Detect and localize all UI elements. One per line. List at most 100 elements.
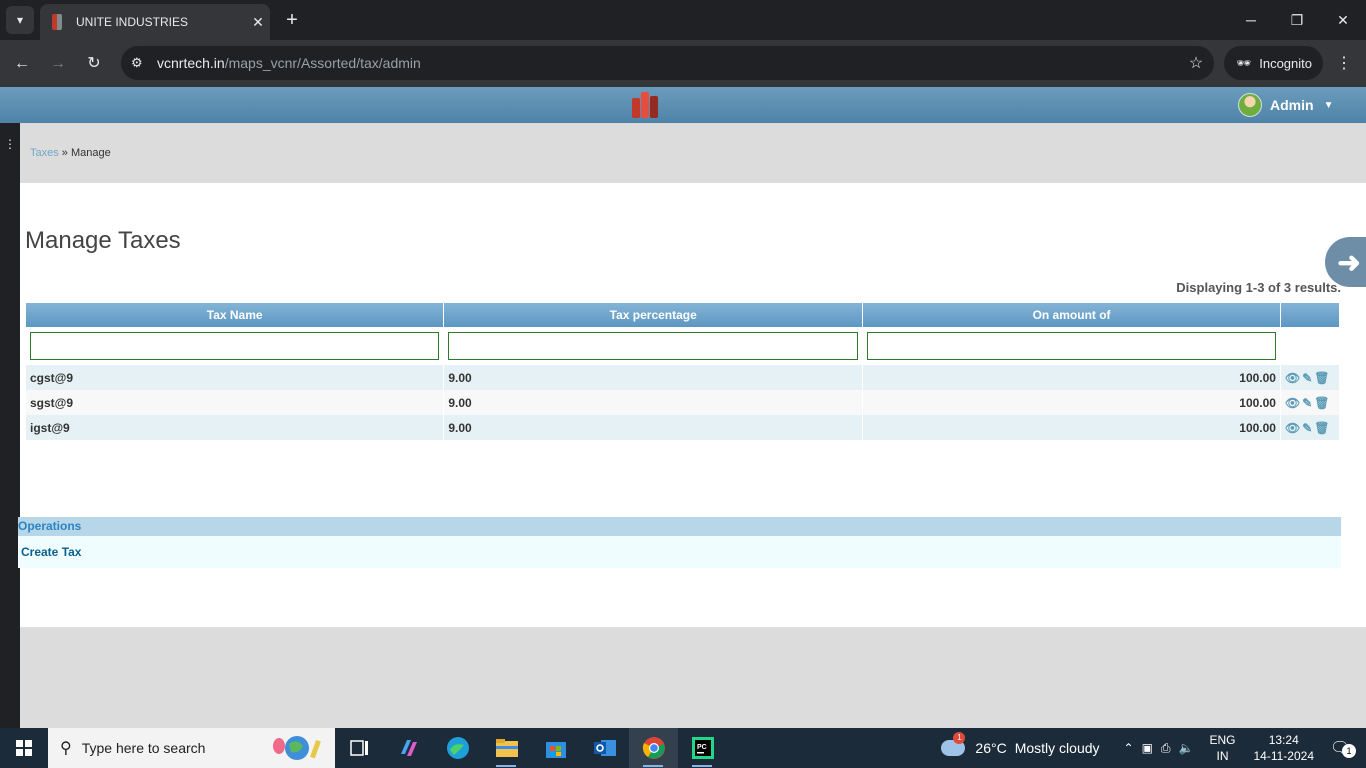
language-indicator[interactable]: ENG IN xyxy=(1209,732,1235,764)
more-options-icon[interactable]: ⋮ xyxy=(0,137,20,151)
site-info-icon[interactable]: ⚙ xyxy=(131,55,157,71)
windows-logo-icon xyxy=(16,740,32,756)
incognito-icon: 🕶 xyxy=(1236,56,1252,70)
system-tray: 1 26°C Mostly cloudy ⌃ ▣ ⎙ 🔈 ENG IN 13:2… xyxy=(941,728,1366,768)
user-menu[interactable]: Admin ▼ xyxy=(1238,91,1333,119)
bookmark-star-icon[interactable]: ☆ xyxy=(1178,53,1214,73)
browser-toolbar: ← → ↻ ⚙ vcnrtech.in/maps_vcnr/Assorted/t… xyxy=(0,40,1366,87)
breadcrumb: Taxes » Manage xyxy=(30,147,111,159)
header-tax-percentage[interactable]: Tax percentage xyxy=(443,303,864,327)
eye-icon[interactable]: 👁 xyxy=(1285,421,1300,435)
copilot-icon[interactable] xyxy=(384,728,433,768)
back-button[interactable]: ← xyxy=(8,50,36,78)
weather-temp: 26°C xyxy=(975,740,1007,756)
cell-amount: 100.00 xyxy=(862,390,1281,415)
task-view-icon[interactable] xyxy=(335,728,384,768)
row-actions: 👁 ✎ 🗑 xyxy=(1280,390,1341,415)
cell-tax-percentage: 9.00 xyxy=(443,365,864,390)
cell-tax-name: igst@9 xyxy=(26,415,445,440)
header-actions xyxy=(1280,303,1341,327)
microsoft-store-icon[interactable] xyxy=(531,728,580,768)
clock[interactable]: 13:24 14-11-2024 xyxy=(1254,732,1315,764)
grid-header-row: Tax Name Tax percentage On amount of xyxy=(26,303,1341,327)
side-panel-strip: ⋮ xyxy=(0,123,20,728)
cell-amount: 100.00 xyxy=(862,415,1281,440)
trash-icon[interactable]: 🗑 xyxy=(1314,421,1329,435)
user-name: Admin xyxy=(1270,97,1314,113)
pencil-icon[interactable]: ✎ xyxy=(1302,421,1312,435)
address-bar[interactable]: ⚙ vcnrtech.in/maps_vcnr/Assorted/tax/adm… xyxy=(121,46,1214,80)
forward-button[interactable]: → xyxy=(44,50,72,78)
eye-icon[interactable]: 👁 xyxy=(1285,371,1300,385)
clock-time: 13:24 xyxy=(1268,733,1299,747)
cell-tax-name: cgst@9 xyxy=(26,365,445,390)
pencil-icon[interactable]: ✎ xyxy=(1302,396,1312,410)
outlook-icon[interactable] xyxy=(580,728,629,768)
filter-tax-name-input[interactable] xyxy=(30,332,440,360)
main-panel: Manage Taxes ➜ Displaying 1-3 of 3 resul… xyxy=(18,183,1366,628)
breadcrumb-current: Manage xyxy=(70,147,111,159)
chevron-down-icon: ▾ xyxy=(16,13,24,27)
weather-widget[interactable]: 1 26°C Mostly cloudy xyxy=(941,732,1100,756)
cell-tax-name: sgst@9 xyxy=(26,390,445,415)
weather-desc: Mostly cloudy xyxy=(1014,740,1100,756)
weather-badge: 1 xyxy=(953,732,966,744)
url-text: vcnrtech.in/maps_vcnr/Assorted/tax/admin xyxy=(157,55,1178,71)
page-title: Manage Taxes xyxy=(25,227,181,254)
eye-icon[interactable]: 👁 xyxy=(1285,396,1300,410)
browser-menu-icon[interactable]: ⋮ xyxy=(1332,50,1356,78)
table-row: igst@9 9.00 100.00 👁 ✎ 🗑 xyxy=(26,415,1341,440)
edge-browser-icon[interactable] xyxy=(433,728,482,768)
tab-search-button[interactable]: ▾ xyxy=(6,6,34,34)
search-highlight-icon xyxy=(273,736,321,760)
trash-icon[interactable]: 🗑 xyxy=(1314,371,1329,385)
notification-count: 1 xyxy=(1342,744,1356,758)
caret-down-icon: ▼ xyxy=(1323,99,1334,111)
file-explorer-icon[interactable] xyxy=(482,728,531,768)
row-actions: 👁 ✎ 🗑 xyxy=(1280,365,1341,390)
cloud-icon: 1 xyxy=(941,732,966,756)
tab-title: UNITE INDUSTRIES xyxy=(76,15,189,29)
operations-panel: Operations Create Tax xyxy=(18,517,1341,568)
cell-tax-percentage: 9.00 xyxy=(443,390,864,415)
filter-row xyxy=(26,327,1341,365)
minimize-button[interactable]: ─ xyxy=(1228,0,1274,40)
browser-tab[interactable]: UNITE INDUSTRIES ✕ xyxy=(40,4,270,40)
pycharm-icon[interactable]: PC xyxy=(678,728,727,768)
breadcrumb-taxes-link[interactable]: Taxes xyxy=(30,147,59,159)
close-window-button[interactable]: ✕ xyxy=(1320,0,1366,40)
pencil-icon[interactable]: ✎ xyxy=(1302,371,1312,385)
close-tab-icon[interactable]: ✕ xyxy=(246,14,270,31)
incognito-indicator[interactable]: 🕶 Incognito xyxy=(1224,46,1323,80)
tax-grid: Tax Name Tax percentage On amount of cgs… xyxy=(26,303,1341,440)
chevron-up-icon[interactable]: ⌃ xyxy=(1124,741,1134,755)
arrow-left-icon: ➜ xyxy=(1337,246,1361,278)
speaker-icon[interactable]: 🔈 xyxy=(1179,741,1194,755)
create-tax-link[interactable]: Create Tax xyxy=(21,545,81,559)
operations-title: Operations xyxy=(18,517,1341,536)
clock-date: 14-11-2024 xyxy=(1253,749,1315,763)
trash-icon[interactable]: 🗑 xyxy=(1314,396,1329,410)
filter-tax-percentage-input[interactable] xyxy=(448,332,859,360)
meet-now-icon[interactable]: ▣ xyxy=(1142,741,1153,755)
chrome-icon[interactable] xyxy=(629,728,678,768)
taskbar-search[interactable]: ⚲ Type here to search xyxy=(48,728,335,768)
filter-amount-input[interactable] xyxy=(867,332,1276,360)
lang-bottom: IN xyxy=(1216,749,1229,763)
notification-icon[interactable]: 🗨 1 xyxy=(1330,738,1358,758)
network-icon[interactable]: ⎙ xyxy=(1161,741,1171,756)
app-logo[interactable] xyxy=(630,90,660,120)
search-icon: ⚲ xyxy=(60,740,72,757)
table-row: sgst@9 9.00 100.00 👁 ✎ 🗑 xyxy=(26,390,1341,415)
start-button[interactable] xyxy=(0,728,48,768)
header-tax-name[interactable]: Tax Name xyxy=(26,303,445,327)
lang-top: ENG xyxy=(1209,733,1236,747)
cell-tax-percentage: 9.00 xyxy=(443,415,864,440)
svg-text:PC: PC xyxy=(697,744,707,751)
header-on-amount[interactable]: On amount of xyxy=(862,303,1281,327)
restore-button[interactable]: ❐ xyxy=(1274,0,1320,40)
incognito-label: Incognito xyxy=(1259,55,1312,71)
app-header: Admin ▼ xyxy=(0,87,1366,123)
new-tab-button[interactable]: + xyxy=(280,6,304,34)
reload-button[interactable]: ↻ xyxy=(80,50,108,78)
